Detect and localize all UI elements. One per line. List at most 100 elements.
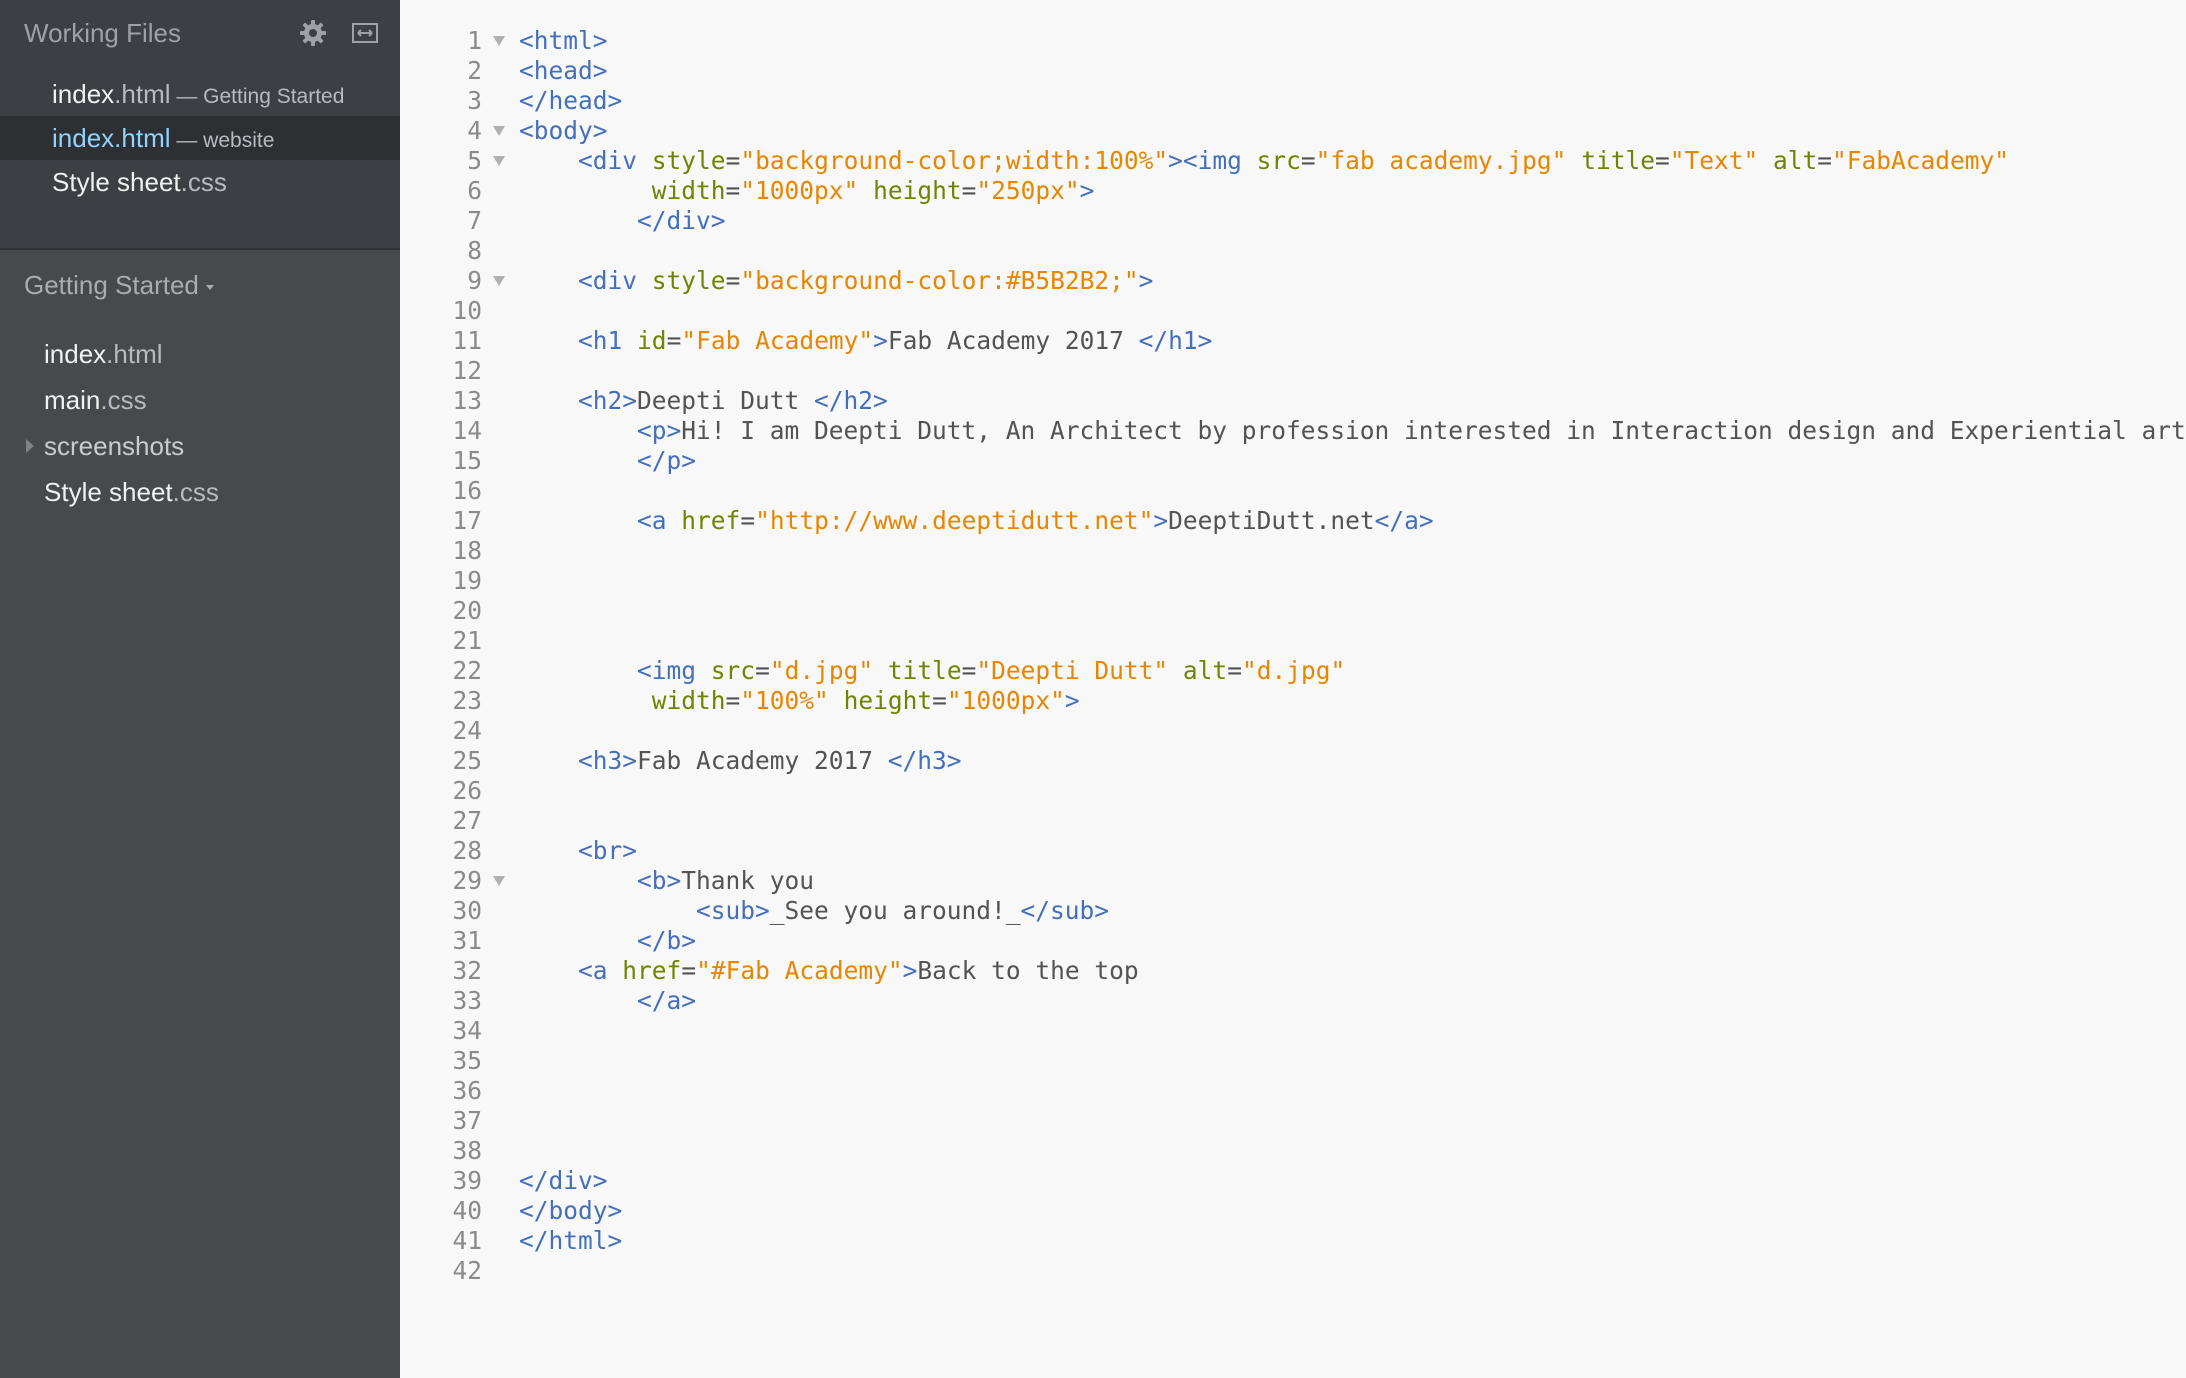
tag-token: <img: [1182, 146, 1242, 175]
code-text: <a href="http://www.deeptidutt.net">Deep…: [519, 506, 1434, 536]
value-token: "d.jpg": [769, 656, 874, 685]
line-number: 34: [452, 1016, 482, 1045]
value-token: "FabAcademy": [1832, 146, 2010, 175]
code-text: <h3>Fab Academy 2017 </h3>: [519, 746, 962, 776]
tag-token: <img: [637, 656, 697, 685]
code-line: 35: [400, 1046, 2186, 1076]
code-line: 11 <h1 id="Fab Academy">Fab Academy 2017…: [400, 326, 2186, 356]
code-text: <head>: [519, 56, 608, 86]
line-number: 32: [452, 956, 482, 985]
file-project: — Getting Started: [170, 85, 345, 108]
text-token: =: [961, 656, 977, 685]
line-number: 31: [452, 926, 482, 955]
tag-token: <a: [637, 506, 667, 535]
value-token: "250px": [976, 176, 1080, 205]
working-file-item[interactable]: index.html — website: [0, 116, 400, 160]
chevron-down-icon[interactable]: [203, 282, 217, 292]
working-file-item[interactable]: Style sheet.css: [0, 160, 400, 204]
tag-token: </div>: [637, 206, 726, 235]
code-text: </head>: [519, 86, 622, 116]
attr-token: height: [873, 176, 962, 205]
code-editor[interactable]: 1 <html> 2 <head> 3 </head> 4 <body> 5 <div styl…: [400, 0, 2186, 1378]
file-item[interactable]: Style sheet.css: [44, 470, 219, 514]
tag-token: </h3>: [887, 746, 962, 775]
tag-token: >: [1168, 146, 1183, 175]
code-line: 12: [400, 356, 2186, 386]
text-token: =: [932, 686, 947, 715]
text-token: =: [725, 686, 741, 715]
code-line: 28 <br>: [400, 836, 2186, 866]
code-line: 30 <sub>_See you around!_</sub>: [400, 896, 2186, 926]
attr-token: width: [651, 686, 726, 715]
fold-arrow-icon[interactable]: [492, 155, 506, 167]
tag-token: >: [902, 956, 918, 985]
fold-arrow-icon[interactable]: [492, 875, 506, 887]
line-number: 7: [467, 206, 482, 235]
code-text: <html>: [519, 26, 608, 56]
line-number: 26: [452, 776, 482, 805]
line-number: 1: [467, 26, 482, 55]
line-number: 8: [467, 236, 482, 265]
code-line: 14 <p>Hi! I am Deepti Dutt, An Architect…: [400, 416, 2186, 446]
code-line: 31 </b>: [400, 926, 2186, 956]
line-number: 22: [452, 656, 482, 685]
line-number: 24: [452, 716, 482, 745]
file-extension: .html: [106, 339, 163, 369]
tag-token: >: [873, 326, 888, 355]
code-line: 1 <html>: [400, 26, 2186, 56]
chevron-right-icon[interactable]: [24, 438, 36, 454]
file-name: index: [44, 339, 107, 369]
code-text: width="100%" height="1000px">: [519, 686, 1080, 716]
file-item[interactable]: index.html: [44, 332, 163, 376]
line-number: 2: [467, 56, 482, 85]
line-number: 18: [452, 536, 482, 565]
value-token: "fab academy.jpg": [1315, 146, 1567, 175]
tag-token: </sub>: [1020, 896, 1110, 925]
value-token: "Fab Academy": [681, 326, 874, 355]
line-number: 6: [467, 176, 482, 205]
value-token: "d.jpg": [1241, 656, 1346, 685]
fold-arrow-icon[interactable]: [492, 125, 506, 137]
line-number: 36: [452, 1076, 482, 1105]
file-extension: .html: [114, 123, 171, 153]
attr-token: title: [887, 656, 962, 685]
tag-token: </a>: [637, 986, 697, 1015]
line-number: 14: [452, 416, 482, 445]
value-token: "1000px": [740, 176, 859, 205]
fold-arrow-icon[interactable]: [492, 35, 506, 47]
folder-item[interactable]: screenshots: [44, 424, 184, 468]
value-token: "1000px": [946, 686, 1065, 715]
code-text: <a href="#Fab Academy">Back to the top: [519, 956, 1139, 986]
working-file-item[interactable]: index.html — Getting Started: [0, 72, 400, 116]
tag-token: </p>: [637, 446, 697, 475]
code-text: <p>Hi! I am Deepti Dutt, An Architect by…: [519, 416, 2186, 446]
text-token: =: [1654, 146, 1670, 175]
file-extension: .css: [172, 477, 219, 507]
text-token: Hi! I am Deepti Dutt, An Architect by pr…: [681, 416, 2186, 445]
attr-token: id: [637, 326, 667, 355]
line-number: 17: [452, 506, 482, 535]
text-token: =: [681, 956, 697, 985]
text-token: =: [725, 146, 741, 175]
gear-icon[interactable]: [298, 18, 328, 48]
code-line: 39 </div>: [400, 1166, 2186, 1196]
code-line: 25 <h3>Fab Academy 2017 </h3>: [400, 746, 2186, 776]
code-line: 24: [400, 716, 2186, 746]
file-item[interactable]: main.css: [44, 378, 147, 422]
expand-icon[interactable]: [350, 18, 380, 48]
line-number: 21: [452, 626, 482, 655]
tag-token: <body>: [519, 116, 608, 145]
code-text: <h1 id="Fab Academy">Fab Academy 2017 </…: [519, 326, 1212, 356]
project-title[interactable]: Getting Started: [24, 268, 199, 302]
tag-token: >: [1079, 176, 1095, 205]
fold-arrow-icon[interactable]: [492, 275, 506, 287]
line-number: 10: [452, 296, 482, 325]
value-token: "background-color:#B5B2B2;": [740, 266, 1139, 295]
